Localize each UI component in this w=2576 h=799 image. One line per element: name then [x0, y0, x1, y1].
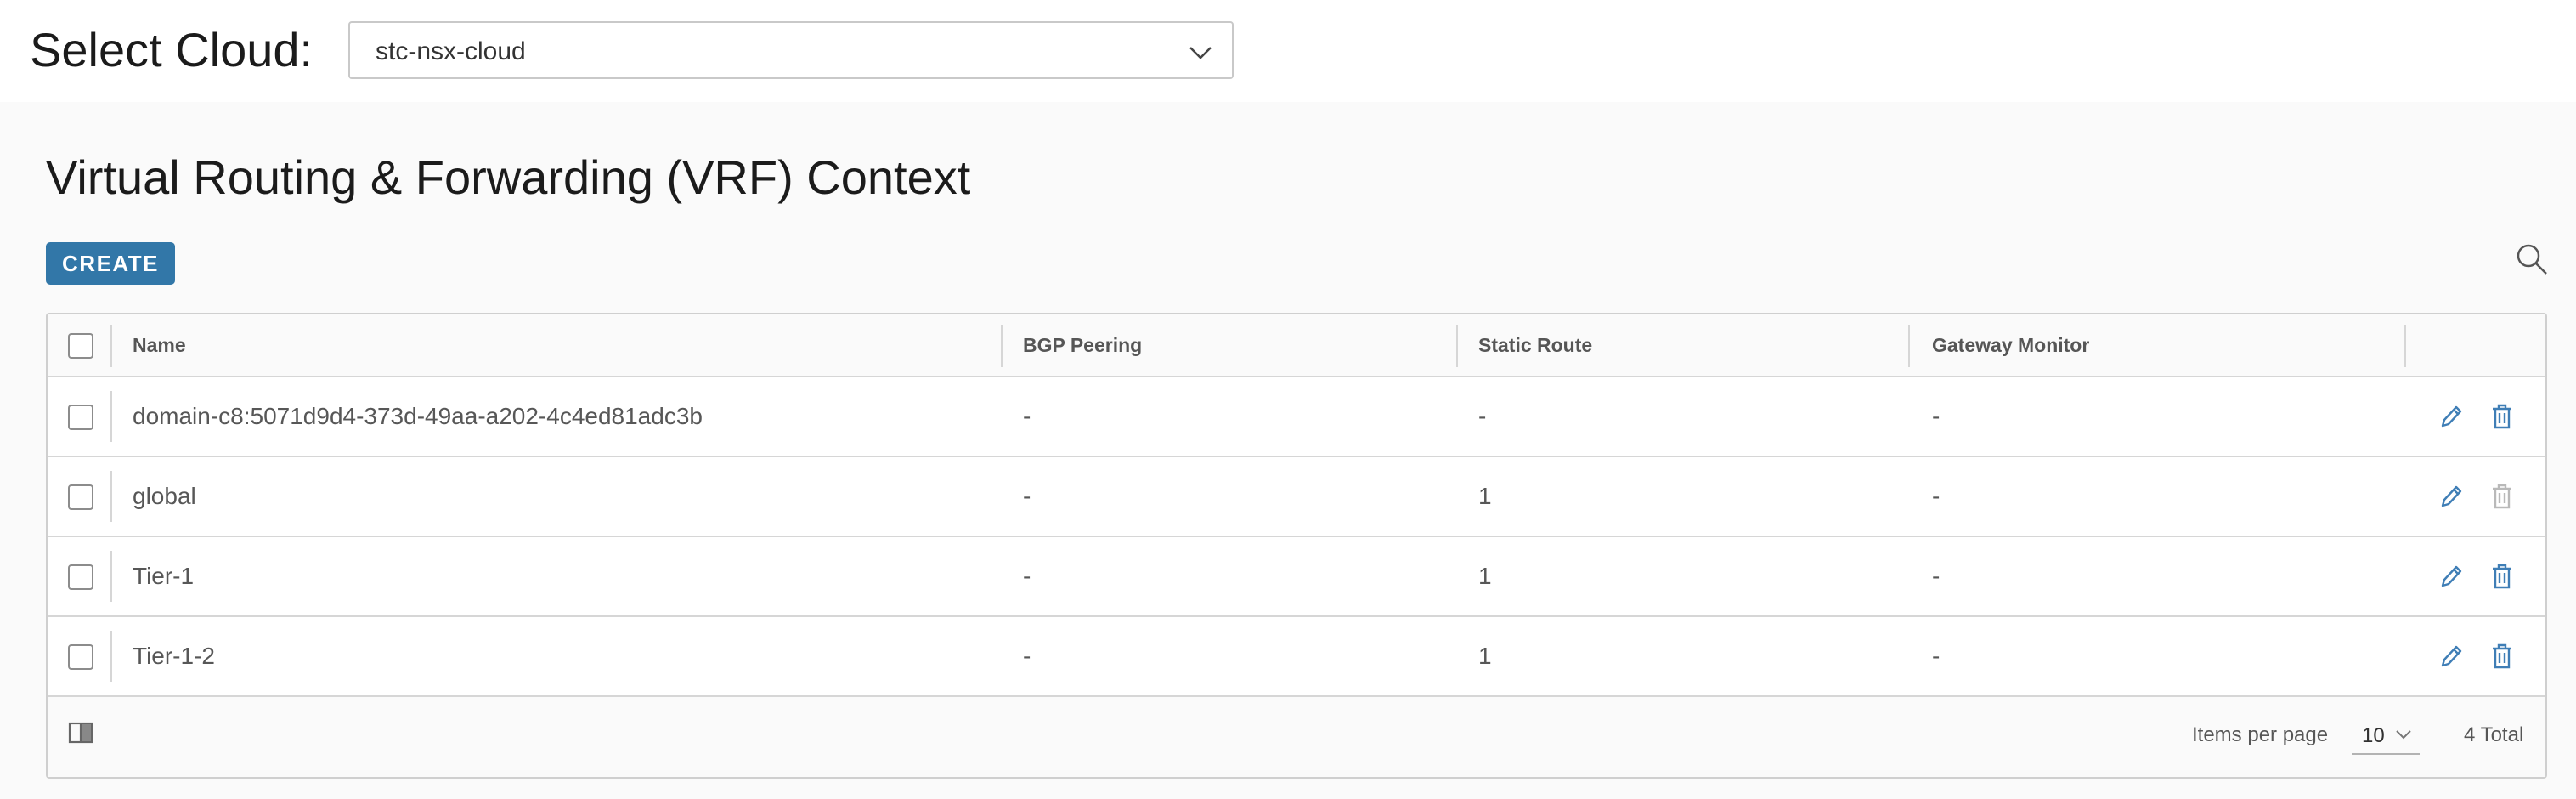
vrf-context-page: Virtual Routing & Forwarding (VRF) Conte…: [0, 102, 2576, 799]
items-per-page-label: Items per page: [2192, 723, 2329, 746]
items-per-page-value: 10: [2362, 724, 2385, 747]
column-header-name[interactable]: Name: [133, 332, 186, 359]
trash-icon: [2493, 484, 2511, 509]
row-separator: [110, 391, 112, 442]
cloud-dropdown-value: stc-nsx-cloud: [376, 37, 526, 65]
trash-icon[interactable]: [2489, 563, 2515, 590]
pencil-icon[interactable]: [2438, 403, 2464, 430]
search-icon[interactable]: [2515, 242, 2549, 276]
select-cloud-label: Select Cloud:: [30, 23, 314, 76]
select-all-checkbox[interactable]: [68, 333, 93, 359]
table-row[interactable]: domain-c8:5071d9d4-373d-49aa-a202-4c4ed8…: [48, 377, 2545, 457]
column-separator[interactable]: [1456, 325, 1458, 367]
cell-bgp-peering: -: [1023, 403, 1031, 429]
cell-gateway-monitor: -: [1932, 403, 1940, 429]
cell-gateway-monitor: -: [1932, 483, 1940, 509]
cell-static-route: 1: [1478, 483, 1492, 509]
cell-name: Tier-1: [133, 563, 195, 589]
column-separator[interactable]: [1908, 325, 1910, 367]
table-row[interactable]: Tier-1-2 - 1 -: [48, 617, 2545, 697]
total-count: 4 Total: [2464, 723, 2524, 746]
row-checkbox[interactable]: [68, 564, 93, 590]
row-checkbox[interactable]: [68, 405, 93, 430]
datagrid-footer: Items per page 10 4 Total: [48, 697, 2545, 777]
cell-bgp-peering: -: [1023, 563, 1031, 589]
cell-bgp-peering: -: [1023, 643, 1031, 669]
cell-static-route: -: [1478, 403, 1487, 429]
row-checkbox[interactable]: [68, 644, 93, 670]
column-separator[interactable]: [2404, 325, 2406, 367]
row-separator: [110, 551, 112, 602]
pencil-icon[interactable]: [2438, 563, 2464, 590]
column-separator: [110, 325, 112, 367]
cell-gateway-monitor: -: [1932, 643, 1940, 669]
column-header-bgp-peering[interactable]: BGP Peering: [1023, 332, 1142, 359]
cloud-dropdown[interactable]: stc-nsx-cloud: [348, 21, 1234, 79]
row-separator: [110, 471, 112, 522]
column-header-static-route[interactable]: Static Route: [1478, 332, 1592, 359]
page-title: Virtual Routing & Forwarding (VRF) Conte…: [46, 150, 971, 204]
table-row[interactable]: Tier-1 - 1 -: [48, 537, 2545, 617]
cell-static-route: 1: [1478, 643, 1492, 669]
create-button[interactable]: CREATE: [46, 242, 175, 285]
column-toggle-icon[interactable]: [68, 721, 93, 745]
cell-name: global: [133, 483, 196, 509]
trash-icon[interactable]: [2489, 643, 2515, 670]
vrf-datagrid: Name BGP Peering Static Route Gateway Mo…: [46, 313, 2547, 779]
cell-name: Tier-1-2: [133, 643, 215, 669]
pencil-icon[interactable]: [2438, 643, 2464, 670]
column-header-gateway-monitor[interactable]: Gateway Monitor: [1932, 332, 2089, 359]
cell-name: domain-c8:5071d9d4-373d-49aa-a202-4c4ed8…: [133, 403, 703, 429]
row-separator: [110, 631, 112, 682]
column-separator[interactable]: [1001, 325, 1003, 367]
cell-bgp-peering: -: [1023, 483, 1031, 509]
cell-gateway-monitor: -: [1932, 563, 1940, 589]
row-checkbox[interactable]: [68, 484, 93, 510]
items-per-page-select[interactable]: 10: [2352, 716, 2420, 755]
pencil-icon[interactable]: [2438, 483, 2464, 510]
chevron-down-icon: [2396, 730, 2411, 740]
cloud-selector-bar: Select Cloud: stc-nsx-cloud: [0, 0, 2576, 102]
table-header-row: Name BGP Peering Static Route Gateway Mo…: [48, 314, 2545, 377]
cell-static-route: 1: [1478, 563, 1492, 589]
table-row[interactable]: global - 1 -: [48, 457, 2545, 537]
chevron-down-icon: [1189, 47, 1212, 60]
trash-icon[interactable]: [2489, 403, 2515, 430]
